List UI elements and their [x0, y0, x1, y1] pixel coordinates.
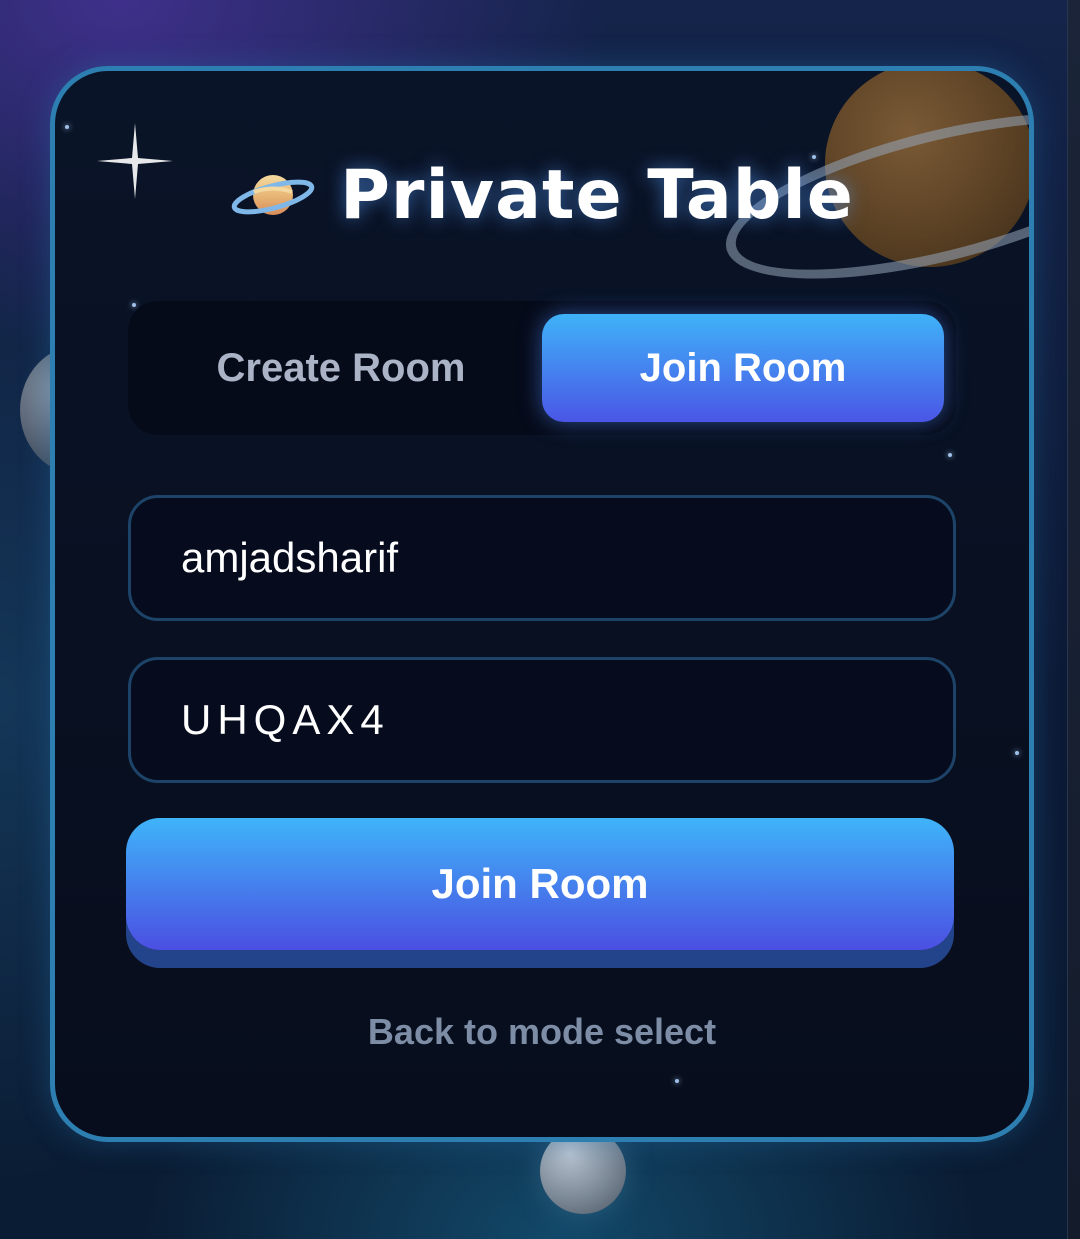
screen-edge [1067, 0, 1080, 1239]
star [65, 125, 69, 129]
player-name-field [128, 495, 956, 621]
back-to-mode-select-link[interactable]: Back to mode select [55, 1011, 1029, 1053]
star [675, 1079, 679, 1083]
page-title: Private Table [55, 155, 1029, 235]
title-text: Private Table [340, 155, 854, 235]
star [1015, 751, 1019, 755]
saturn-planet-icon [231, 175, 315, 215]
mode-toggle: Create Room Join Room [128, 301, 956, 435]
private-table-card: Private Table Create Room Join Room Join… [50, 66, 1034, 1142]
join-room-button[interactable]: Join Room [126, 818, 954, 950]
tab-create-room[interactable]: Create Room [140, 314, 542, 422]
star [132, 303, 136, 307]
room-code-input[interactable] [131, 695, 953, 745]
room-code-field [128, 657, 956, 783]
player-name-input[interactable] [131, 533, 953, 583]
tab-join-room[interactable]: Join Room [542, 314, 944, 422]
star [948, 453, 952, 457]
